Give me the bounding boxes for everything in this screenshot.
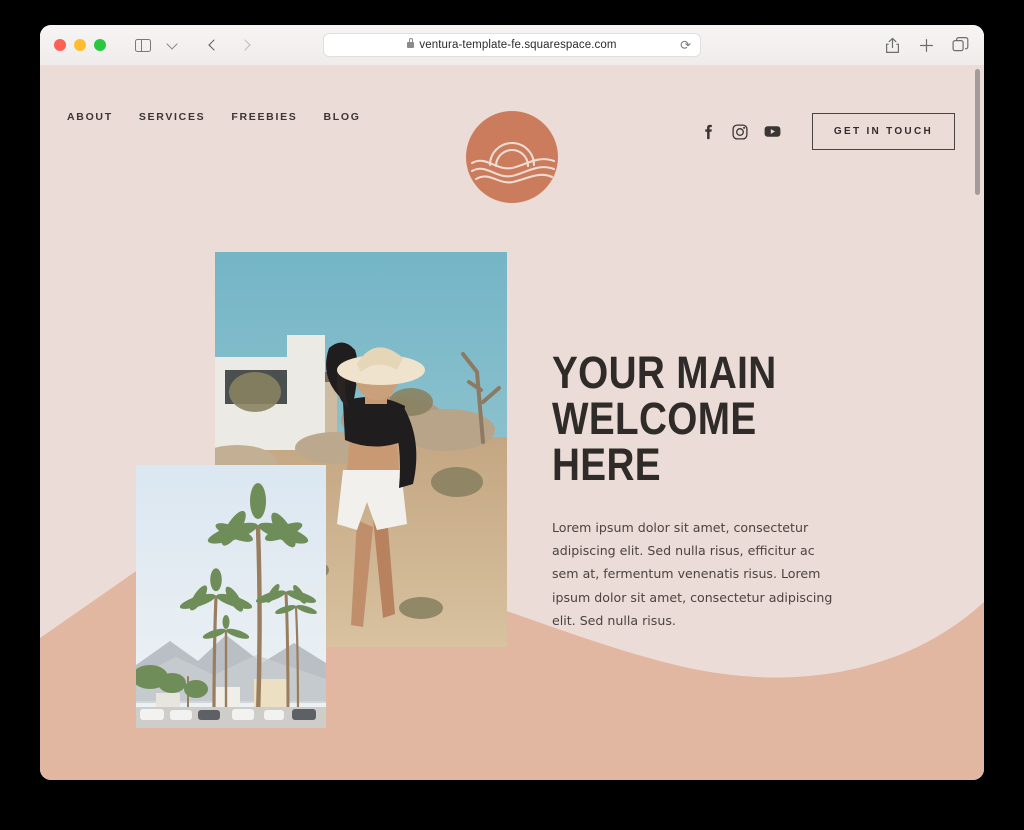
forward-button[interactable]: [231, 32, 261, 58]
new-tab-button[interactable]: [914, 33, 938, 57]
site-header: ABOUT SERVICES FREEBIES BLOG GET IN TOUC…: [40, 65, 984, 203]
back-button[interactable]: [198, 32, 228, 58]
main-navigation: ABOUT SERVICES FREEBIES BLOG: [67, 111, 361, 123]
tab-overview-button[interactable]: [948, 33, 972, 57]
toolbar-right-group: [880, 25, 972, 65]
nav-item-about[interactable]: ABOUT: [67, 111, 113, 123]
facebook-icon[interactable]: [700, 123, 717, 140]
nav-item-services[interactable]: SERVICES: [139, 111, 206, 123]
sidebar-toggle-button[interactable]: [130, 33, 156, 57]
page-scrollbar[interactable]: [975, 69, 980, 195]
chevron-down-icon: [166, 37, 178, 50]
screen: ventura-template-fe.squarespace.com ⟳ AB…: [0, 0, 1024, 830]
close-window-button[interactable]: [54, 39, 66, 51]
address-bar[interactable]: ventura-template-fe.squarespace.com ⟳: [323, 33, 701, 57]
tabs-icon: [952, 37, 968, 52]
chevron-right-icon: [239, 39, 251, 51]
url-text: ventura-template-fe.squarespace.com: [419, 39, 617, 51]
get-in-touch-button[interactable]: GET IN TOUCH: [811, 113, 955, 150]
site-logo[interactable]: [466, 111, 558, 203]
hero-description: Lorem ipsum dolor sit amet, consectetur …: [552, 519, 833, 628]
sidebar-menu-button[interactable]: [159, 33, 185, 57]
address-bar-container: ventura-template-fe.squarespace.com ⟳: [323, 33, 701, 57]
share-icon: [885, 37, 899, 53]
maximize-window-button[interactable]: [94, 39, 106, 51]
window-controls: [54, 39, 106, 51]
youtube-icon[interactable]: [764, 123, 781, 140]
header-right-group: GET IN TOUCH: [700, 113, 955, 150]
lock-icon: [407, 38, 415, 48]
safari-window: ventura-template-fe.squarespace.com ⟳ AB…: [40, 25, 984, 780]
hero-copy: YOUR MAIN WELCOME HERE Lorem ipsum dolor…: [552, 350, 852, 632]
minimize-window-button[interactable]: [74, 39, 86, 51]
reload-button[interactable]: ⟳: [680, 39, 691, 52]
sidebar-icon: [135, 38, 151, 52]
palm-trees-photo: [136, 465, 326, 728]
sunset-wave-logo-icon: [466, 111, 558, 203]
instagram-icon[interactable]: [732, 123, 749, 140]
share-button[interactable]: [880, 33, 904, 57]
plus-icon: [919, 38, 933, 52]
nav-item-freebies[interactable]: FREEBIES: [231, 111, 297, 123]
toolbar-left-group: [130, 32, 261, 58]
browser-toolbar: ventura-template-fe.squarespace.com ⟳: [40, 25, 984, 66]
nav-item-blog[interactable]: BLOG: [323, 111, 360, 123]
chevron-left-icon: [208, 39, 220, 51]
page-viewport: ABOUT SERVICES FREEBIES BLOG GET IN TOUC…: [40, 65, 984, 780]
page-title: YOUR MAIN WELCOME HERE: [552, 347, 777, 490]
